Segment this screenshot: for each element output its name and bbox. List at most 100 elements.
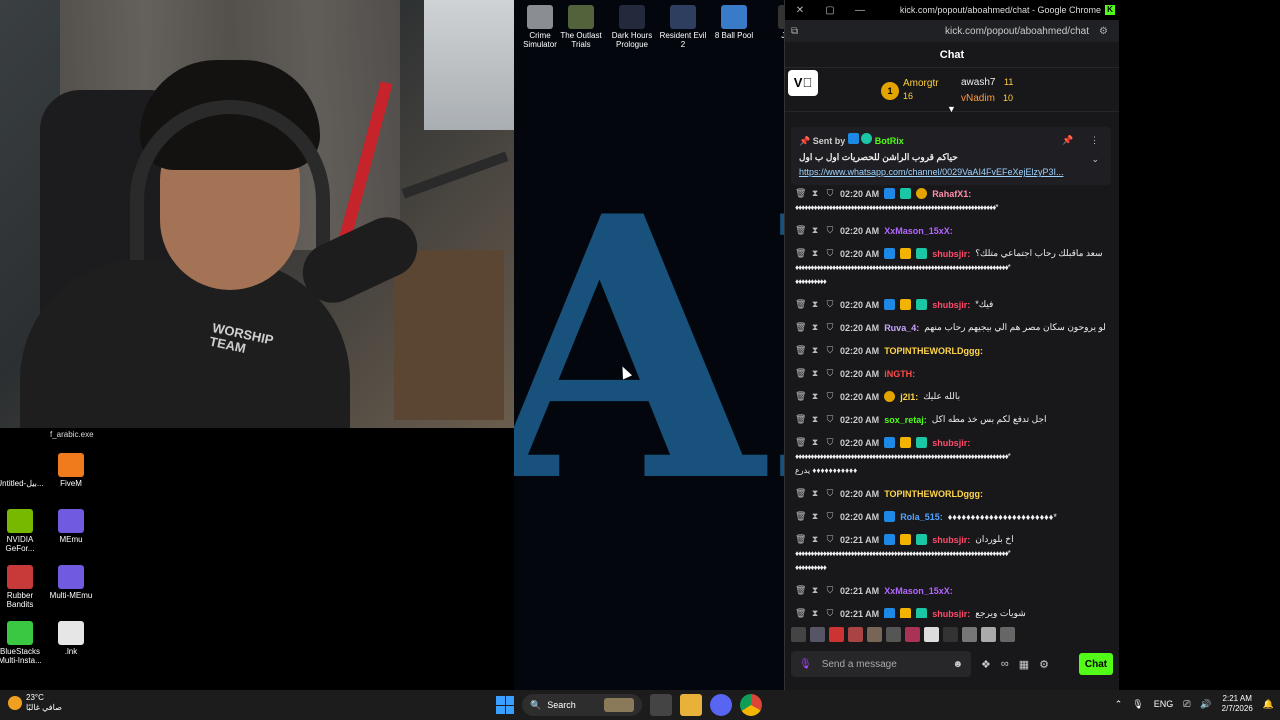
chat-message[interactable]: 🗑 ⧗ ⛉ 02:20 AM Ruva_4: لو يروحون سكان مصر هم … — [795, 322, 1115, 333]
message-username[interactable]: shubsjir: — [932, 535, 970, 545]
close-icon[interactable]: ✕ — [785, 5, 815, 16]
delete-icon[interactable]: 🗑 — [795, 345, 806, 356]
chat-message[interactable]: 🗑 ⧗ ⛉ 02:20 AM shubsjir: — [795, 437, 1115, 448]
chrome-icon[interactable] — [740, 694, 762, 716]
delete-icon[interactable]: 🗑 — [795, 488, 806, 499]
delete-icon[interactable]: 🗑 — [795, 534, 806, 545]
timeout-icon[interactable]: ⧗ — [810, 608, 820, 618]
timeout-icon[interactable]: ⧗ — [810, 488, 820, 499]
ban-icon[interactable]: ⛉ — [825, 345, 835, 356]
leader-third-name[interactable]: vNadim — [961, 93, 995, 104]
emoji-icon[interactable]: ☻ — [952, 659, 963, 670]
pinned-bot-name[interactable]: BotRix — [875, 136, 904, 146]
leader-first-name[interactable]: Amorgtr — [903, 78, 939, 89]
delete-icon[interactable]: 🗑 — [795, 585, 806, 596]
file-explorer-icon[interactable] — [680, 694, 702, 716]
message-username[interactable]: TOPINTHEWORLDggg: — [884, 346, 983, 356]
timeout-icon[interactable]: ⧗ — [810, 299, 820, 310]
ban-icon[interactable]: ⛉ — [825, 585, 835, 596]
emote-icon[interactable] — [981, 627, 996, 642]
volume-icon[interactable]: 🔊 — [1200, 699, 1211, 710]
message-username[interactable]: shubsjir: — [932, 609, 970, 619]
timeout-icon[interactable]: ⧗ — [810, 414, 820, 425]
message-username[interactable]: XxMason_15xX: — [884, 226, 953, 236]
discord-icon[interactable] — [710, 694, 732, 716]
delete-icon[interactable]: 🗑 — [795, 225, 806, 236]
store-icon[interactable]: ▦ — [1019, 658, 1029, 671]
message-username[interactable]: Ruva_4: — [884, 323, 919, 333]
message-username[interactable]: shubsjir: — [932, 249, 970, 259]
kicks-icon[interactable]: ❖ — [981, 658, 991, 671]
ban-icon[interactable]: ⛉ — [825, 511, 835, 522]
desktop-icon[interactable]: .lnk — [45, 618, 97, 656]
delete-icon[interactable]: 🗑 — [795, 391, 806, 402]
site-info-icon[interactable]: ⧉ — [791, 26, 805, 37]
message-username[interactable]: TOPINTHEWORLDggg: — [884, 489, 983, 499]
delete-icon[interactable]: 🗑 — [795, 188, 806, 199]
delete-icon[interactable]: 🗑 — [795, 248, 806, 259]
chat-message[interactable]: 🗑 ⧗ ⛉ 02:20 AM shubsjir: *فيك — [795, 299, 1115, 310]
infinity-icon[interactable]: ∞ — [1001, 658, 1009, 670]
delete-icon[interactable]: 🗑 — [795, 322, 806, 333]
emote-icon[interactable] — [829, 627, 844, 642]
ban-icon[interactable]: ⛉ — [825, 368, 835, 379]
chat-message[interactable]: 🗑 ⧗ ⛉ 02:20 AM j2l1: بالله عليك — [795, 391, 1115, 402]
chat-message[interactable]: 🗑 ⧗ ⛉ 02:21 AM XxMason_15xX: — [795, 585, 1115, 596]
taskbar-search[interactable]: 🔍 Search — [522, 694, 642, 716]
desktop-icon[interactable]: The Outlast Trials — [555, 2, 607, 49]
delete-icon[interactable]: 🗑 — [795, 414, 806, 425]
message-input[interactable]: 🎙 Send a message ☻ — [791, 651, 971, 677]
chat-message[interactable]: 🗑 ⧗ ⛉ 02:21 AM shubsjir: شويات ويرجع — [795, 608, 1115, 618]
emote-icon[interactable] — [848, 627, 863, 642]
desktop-icon[interactable]: BlueStacks Multi-Insta... — [0, 618, 46, 665]
chat-message[interactable]: 🗑 ⧗ ⛉ 02:20 AM RahafX1: — [795, 188, 1115, 199]
timeout-icon[interactable]: ⧗ — [810, 511, 820, 522]
ban-icon[interactable]: ⛉ — [825, 391, 835, 402]
chat-message[interactable]: 🗑 ⧗ ⛉ 02:20 AM Rola_515: ♦♦♦♦♦♦♦♦♦♦♦♦♦♦♦♦♦♦♦♦… — [795, 511, 1115, 522]
tray-mic-icon[interactable]: 🎙 — [1132, 699, 1143, 710]
network-icon[interactable]: ⎚ — [1183, 699, 1190, 710]
desktop-icon[interactable]: MEmu — [45, 506, 97, 544]
task-view-icon[interactable] — [650, 694, 672, 716]
timeout-icon[interactable]: ⧗ — [810, 534, 820, 545]
desktop-exe-label[interactable]: f_arabic.exe — [50, 430, 94, 439]
chat-message[interactable]: 🗑 ⧗ ⛉ 02:20 AM sox_retaj: اجل تدفع لكم بس خذ … — [795, 414, 1115, 425]
expand-icon[interactable]: ⌄ — [1062, 154, 1099, 165]
more-options-icon[interactable]: ⋮ — [1090, 135, 1099, 145]
timeout-icon[interactable]: ⧗ — [810, 437, 820, 448]
leader-second-name[interactable]: awash7 — [961, 77, 995, 88]
emote-icon[interactable] — [962, 627, 977, 642]
ban-icon[interactable]: ⛉ — [825, 488, 835, 499]
timeout-icon[interactable]: ⧗ — [810, 585, 820, 596]
chat-message[interactable]: 🗑 ⧗ ⛉ 02:20 AM TOPINTHEWORLDggg: — [795, 345, 1115, 356]
timeout-icon[interactable]: ⧗ — [810, 345, 820, 356]
ban-icon[interactable]: ⛉ — [825, 608, 835, 618]
timeout-icon[interactable]: ⧗ — [810, 391, 820, 402]
desktop-icon[interactable]: NVIDIA GeFor... — [0, 506, 46, 553]
pinned-link[interactable]: https://www.whatsapp.com/channel/0029VaA… — [799, 167, 1103, 177]
timeout-icon[interactable]: ⧗ — [810, 188, 820, 199]
delete-icon[interactable]: 🗑 — [795, 368, 806, 379]
ban-icon[interactable]: ⛉ — [825, 248, 835, 259]
maximize-icon[interactable]: ▢ — [815, 5, 845, 16]
unpin-icon[interactable]: 📌 — [1062, 135, 1073, 145]
timeout-icon[interactable]: ⧗ — [810, 322, 820, 333]
emote-icon[interactable] — [791, 627, 806, 642]
emote-icon[interactable] — [924, 627, 939, 642]
desktop-icon[interactable]: FiveM — [45, 450, 97, 488]
minimize-icon[interactable]: — — [845, 5, 875, 16]
ban-icon[interactable]: ⛉ — [825, 225, 835, 236]
delete-icon[interactable]: 🗑 — [795, 511, 806, 522]
desktop-icon[interactable]: Rubber Bandits — [0, 562, 46, 609]
message-username[interactable]: sox_retaj: — [884, 415, 927, 425]
weather-widget[interactable]: 23°C صافي غالبًا — [8, 693, 62, 713]
ban-icon[interactable]: ⛉ — [825, 299, 835, 310]
desktop-icon[interactable]: Dark Hours Prologue — [606, 2, 658, 49]
mic-icon[interactable]: 🎙 — [799, 659, 812, 670]
timeout-icon[interactable]: ⧗ — [810, 248, 820, 259]
chat-message[interactable]: 🗑 ⧗ ⛉ 02:20 AM TOPINTHEWORLDggg: — [795, 488, 1115, 499]
timeout-icon[interactable]: ⧗ — [810, 368, 820, 379]
message-username[interactable]: RahafX1: — [932, 189, 971, 199]
tune-icon[interactable]: ⚙ — [1099, 26, 1113, 37]
emote-icon[interactable] — [1000, 627, 1015, 642]
